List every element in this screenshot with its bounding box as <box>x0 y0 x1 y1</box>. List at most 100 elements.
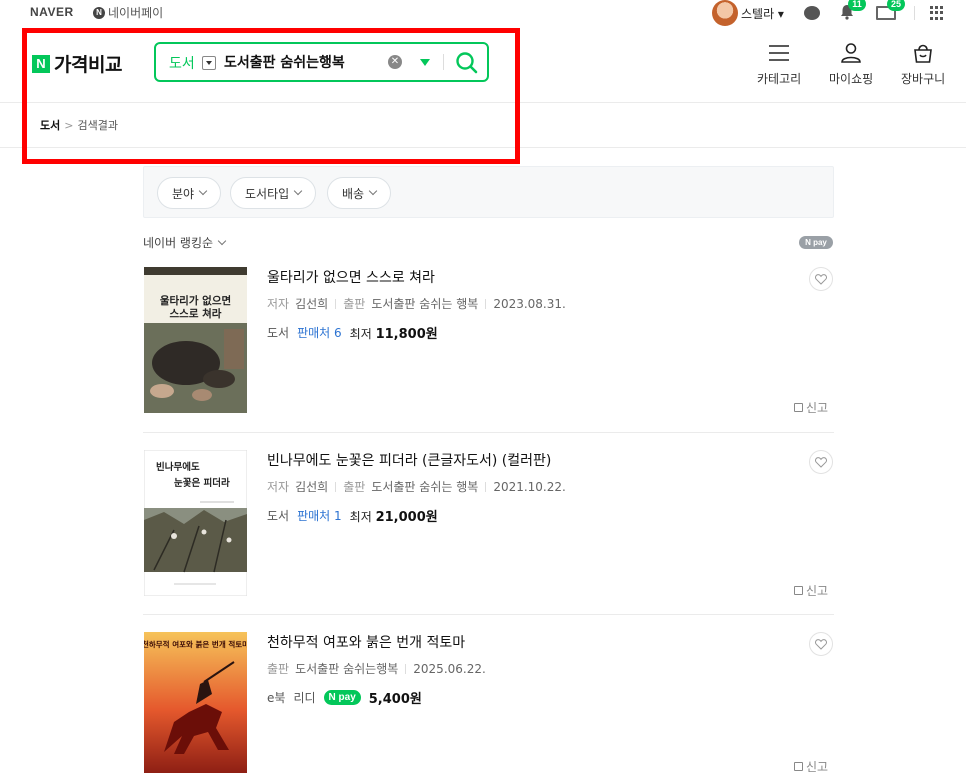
store-name[interactable]: 리디 <box>293 689 315 706</box>
product-meta: 저자 김선희 출판 도서출판 숨쉬는 행복 2023.08.31. <box>267 295 566 312</box>
filter-genre-label: 분야 <box>172 186 195 201</box>
heart-icon <box>815 273 827 285</box>
product-meta: 저자 김선희 출판 도서출판 숨쉬는 행복 2021.10.22. <box>267 478 566 495</box>
meta-key: 저자 <box>267 297 290 311</box>
naver-pay-label: 네이버페이 <box>108 6 164 20</box>
wishlist-button[interactable] <box>809 267 833 291</box>
apps-grid-icon[interactable] <box>930 6 944 20</box>
report-label: 신고 <box>806 584 829 598</box>
cover-title-2: 스스로 쳐라 <box>170 307 222 320</box>
product-title[interactable]: 빈나무에도 눈꽃은 피더라 (큰글자도서) (컬러판) <box>267 450 551 470</box>
book-cover-image: 빈나무에도 눈꽃은 피더라 <box>144 450 247 596</box>
naver-home-link[interactable]: NAVER <box>30 5 74 19</box>
product-type: 도서 <box>267 509 290 523</box>
mail-count-badge: 25 <box>887 0 906 11</box>
filter-delivery[interactable]: 배송 <box>327 177 392 209</box>
lowest-label: 최저 <box>349 510 372 524</box>
filter-bar: 분야 도서타입 배송 <box>143 166 834 218</box>
meta-author: 김선희 <box>295 480 329 494</box>
sellers-link[interactable]: 판매처 1 <box>297 507 342 524</box>
hamburger-menu-icon <box>769 45 790 61</box>
meta-date: 2021.10.22. <box>493 479 566 494</box>
product-item: 빈나무에도 눈꽃은 피더라 빈나무에도 눈꽃은 피더라 (큰글자도서) (컬러판… <box>143 450 834 615</box>
product-thumbnail[interactable]: 천하무적 여포와 붉은 번개 적토마 <box>144 632 247 773</box>
npay-filter-badge[interactable]: N pay <box>799 236 833 249</box>
cover-title: 천하무적 여포와 붉은 번개 적토마 <box>144 639 247 649</box>
sort-label: 네이버 랭킹순 <box>143 236 214 250</box>
meta-date: 2025.06.22. <box>413 661 486 676</box>
sort-dropdown[interactable]: 네이버 랭킹순 <box>143 234 227 251</box>
meta-author: 김선희 <box>295 297 329 311</box>
report-icon <box>794 403 803 412</box>
sellers-link[interactable]: 판매처 6 <box>297 324 342 341</box>
wishlist-button[interactable] <box>809 450 833 474</box>
divider <box>335 481 337 492</box>
product-price-row: 도서 판매처 1 최저 21,000원 <box>267 506 438 525</box>
divider <box>335 298 337 309</box>
naver-pay-link[interactable]: N 네이버페이 <box>93 4 163 21</box>
divider <box>485 481 487 492</box>
product-type: e북 <box>267 691 286 705</box>
filter-genre[interactable]: 분야 <box>157 177 222 209</box>
product-thumbnail[interactable]: 빈나무에도 눈꽃은 피더라 <box>144 450 247 596</box>
product-item: 울타리가 없으면 스스로 쳐라 울타리가 없으면 스스로 쳐라 저자 김선희 출… <box>143 267 834 433</box>
report-icon <box>794 762 803 771</box>
report-link[interactable]: 신고 <box>794 399 828 416</box>
chevron-down-icon <box>198 186 208 196</box>
filter-book-type[interactable]: 도서타입 <box>230 177 317 209</box>
chat-icon[interactable] <box>804 6 820 20</box>
username-menu[interactable]: 스텔라 ▾ <box>741 5 784 22</box>
category-label: 카테고리 <box>757 72 802 86</box>
lowest-price[interactable]: 21,000원 <box>376 510 438 525</box>
shopping-bag-icon <box>914 44 932 63</box>
my-shopping-button[interactable]: 마이쇼핑 <box>829 42 873 87</box>
divider <box>485 298 487 309</box>
product-type: 도서 <box>267 326 290 340</box>
avatar[interactable] <box>712 0 738 26</box>
chevron-down-icon <box>293 186 303 196</box>
cover-title: 울타리가 없으면 <box>160 294 231 307</box>
divider <box>405 663 407 674</box>
meta-publisher: 도서출판 숨쉬는 행복 <box>371 297 479 311</box>
top-bar: NAVER N 네이버페이 스텔라 ▾ 11 25 <box>0 0 966 26</box>
book-cover-image: 울타리가 없으면 스스로 쳐라 <box>144 267 247 413</box>
lowest-price[interactable]: 11,800원 <box>376 327 438 342</box>
lowest-label: 최저 <box>349 327 372 341</box>
cart-label: 장바구니 <box>901 72 946 86</box>
heart-icon <box>815 456 827 468</box>
npay-icon: N <box>93 6 105 19</box>
notification-count-badge: 11 <box>848 0 866 11</box>
book-cover-image: 천하무적 여포와 붉은 번개 적토마 <box>144 632 247 773</box>
highlight-box <box>22 28 520 164</box>
cover-title: 빈나무에도 <box>156 461 200 473</box>
product-thumbnail[interactable]: 울타리가 없으면 스스로 쳐라 <box>144 267 247 413</box>
product-title[interactable]: 울타리가 없으면 스스로 쳐라 <box>267 267 435 287</box>
product-price-row: e북 리디 N pay 5,400원 <box>267 688 422 707</box>
meta-publisher: 도서출판 숨쉬는 행복 <box>371 480 479 494</box>
product-divider <box>143 432 834 433</box>
chevron-down-icon <box>217 236 227 245</box>
wishlist-button[interactable] <box>809 632 833 656</box>
cart-button[interactable]: 장바구니 <box>901 42 945 87</box>
filter-delivery-label: 배송 <box>342 186 365 201</box>
meta-key: 출판 <box>267 662 290 676</box>
category-menu-button[interactable]: 카테고리 <box>757 42 801 87</box>
my-shopping-label: 마이쇼핑 <box>829 72 874 86</box>
report-link[interactable]: 신고 <box>794 758 828 775</box>
meta-key: 출판 <box>343 297 366 311</box>
filter-book-type-label: 도서타입 <box>245 186 290 201</box>
cover-title-2: 눈꽃은 피더라 <box>174 477 230 489</box>
meta-date: 2023.08.31. <box>493 296 566 311</box>
product-item: 천하무적 여포와 붉은 번개 적토마 천하무적 여포와 붉은 번개 적토마 출판… <box>143 632 834 782</box>
divider <box>914 6 915 20</box>
user-icon <box>841 43 861 63</box>
report-link[interactable]: 신고 <box>794 582 828 599</box>
product-meta: 출판 도서출판 숨쉬는행복 2025.06.22. <box>267 660 486 677</box>
meta-publisher: 도서출판 숨쉬는행복 <box>295 662 399 676</box>
price[interactable]: 5,400원 <box>369 688 422 707</box>
meta-key: 저자 <box>267 480 290 494</box>
report-icon <box>794 586 803 595</box>
product-title[interactable]: 천하무적 여포와 붉은 번개 적토마 <box>267 632 465 652</box>
product-divider <box>143 614 834 615</box>
report-label: 신고 <box>806 401 829 415</box>
